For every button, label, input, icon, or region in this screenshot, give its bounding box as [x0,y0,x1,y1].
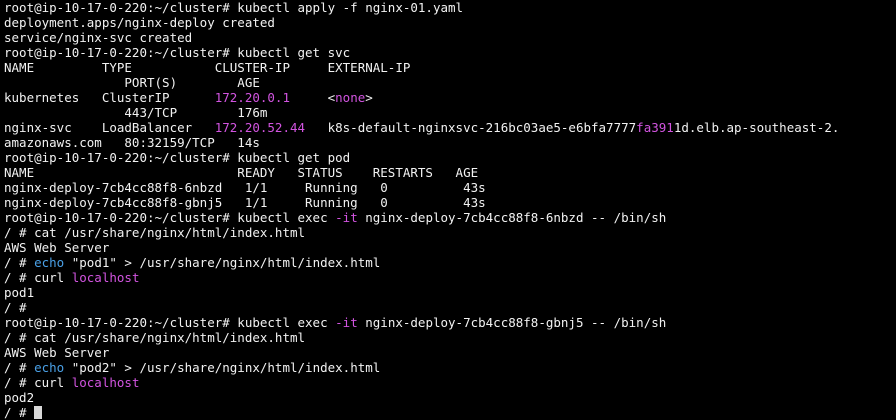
terminal-text-segment: "pod2" > /usr/share/nginx/html/index.htm… [64,360,381,375]
terminal-text-segment: echo [34,255,65,270]
terminal-text-segment: / # [4,405,35,420]
terminal-text-segment: < [289,90,336,105]
terminal-text-segment: nginx-deploy-7cb4cc88f8-gbnj5 -- /bin/sh [357,315,667,330]
terminal-text-segment: / # [4,360,35,375]
terminal-text-segment: fa391 [636,120,674,135]
terminal-text-segment: > [365,90,373,105]
terminal-line: AWS Web Server [4,345,896,360]
terminal-cursor [34,406,43,419]
terminal-line: NAME READY STATUS RESTARTS AGE [4,165,896,180]
terminal-text-segment: "pod1" > /usr/share/nginx/html/index.htm… [64,255,381,270]
terminal-text-segment: service/nginx-svc created [4,30,193,45]
terminal-window[interactable]: root@ip-10-17-0-220:~/cluster# kubectl a… [4,0,896,420]
terminal-text-segment: PORT(S) AGE [4,75,260,90]
terminal-text-segment: / # [4,255,35,270]
terminal-text-segment: localhost [71,270,140,285]
terminal-line: service/nginx-svc created [4,30,896,45]
terminal-text-segment: 443/TCP 176m [4,105,268,120]
terminal-text-segment: pod1 [4,285,35,300]
terminal-line: / # echo "pod2" > /usr/share/nginx/html/… [4,360,896,375]
terminal-line: / # cat /usr/share/nginx/html/index.html [4,330,896,345]
terminal-text-segment: 172.20.52.44 [214,120,306,135]
terminal-text-segment: -it [335,210,358,225]
terminal-text-segment: NAME TYPE CLUSTER-IP EXTERNAL-IP [4,60,411,75]
terminal-text-segment: deployment.apps/nginx-deploy created [4,15,275,30]
terminal-line: / # [4,300,896,315]
terminal-line: / # curl localhost [4,375,896,390]
terminal-text-segment: root@ip-10-17-0-220:~/cluster# kubectl e… [4,210,336,225]
terminal-line: nginx-deploy-7cb4cc88f8-gbnj5 1/1 Runnin… [4,195,896,210]
terminal-text-segment: amazonaws.com 80:32159/TCP 14s [4,135,260,150]
terminal-text-segment: localhost [71,375,140,390]
terminal-line: kubernetes ClusterIP 172.20.0.1 <none> [4,90,896,105]
terminal-text-segment: root@ip-10-17-0-220:~/cluster# kubectl a… [4,0,464,15]
terminal-text-segment: nginx-deploy-7cb4cc88f8-6nbzd -- /bin/sh [357,210,667,225]
terminal-text-segment: / # cat /usr/share/nginx/html/index.html [4,225,306,240]
terminal-line: root@ip-10-17-0-220:~/cluster# kubectl g… [4,150,896,165]
terminal-text-segment: nginx-svc LoadBalancer [4,120,215,135]
terminal-text-segment: k8s-default-nginxsvc-216bc03ae5-e6bfa777… [305,120,637,135]
terminal-text-segment: nginx-deploy-7cb4cc88f8-6nbzd 1/1 Runnin… [4,180,486,195]
terminal-line: root@ip-10-17-0-220:~/cluster# kubectl e… [4,210,896,225]
terminal-line: / # curl localhost [4,270,896,285]
terminal-line: / # echo "pod1" > /usr/share/nginx/html/… [4,255,896,270]
terminal-line: amazonaws.com 80:32159/TCP 14s [4,135,896,150]
terminal-text-segment: 1d.elb.ap-southeast-2. [673,120,840,135]
terminal-text-segment: / # curl [4,270,72,285]
terminal-text-segment: root@ip-10-17-0-220:~/cluster# kubectl g… [4,45,351,60]
terminal-line: AWS Web Server [4,240,896,255]
terminal-text-segment: pod2 [4,390,35,405]
terminal-text-segment: echo [34,360,65,375]
terminal-text-segment: nginx-deploy-7cb4cc88f8-gbnj5 1/1 Runnin… [4,195,486,210]
terminal-text-segment: AWS Web Server [4,345,110,360]
terminal-line: root@ip-10-17-0-220:~/cluster# kubectl e… [4,315,896,330]
terminal-text-segment: none [335,90,366,105]
terminal-line: nginx-deploy-7cb4cc88f8-6nbzd 1/1 Runnin… [4,180,896,195]
terminal-line: nginx-svc LoadBalancer 172.20.52.44 k8s-… [4,120,896,135]
terminal-line: NAME TYPE CLUSTER-IP EXTERNAL-IP [4,60,896,75]
terminal-text-segment: / # cat /usr/share/nginx/html/index.html [4,330,306,345]
terminal-text-segment: NAME READY STATUS RESTARTS AGE [4,165,479,180]
terminal-text-segment: root@ip-10-17-0-220:~/cluster# kubectl e… [4,315,336,330]
terminal-text-segment: / # [4,300,27,315]
terminal-text-segment: kubernetes ClusterIP [4,90,215,105]
terminal-text-segment: -it [335,315,358,330]
terminal-text-segment: / # curl [4,375,72,390]
terminal-line: pod1 [4,285,896,300]
terminal-line: pod2 [4,390,896,405]
terminal-line: deployment.apps/nginx-deploy created [4,15,896,30]
terminal-text-segment: AWS Web Server [4,240,110,255]
terminal-line: root@ip-10-17-0-220:~/cluster# kubectl g… [4,45,896,60]
terminal-line: / # cat /usr/share/nginx/html/index.html [4,225,896,240]
terminal-line: 443/TCP 176m [4,105,896,120]
terminal-text-segment: root@ip-10-17-0-220:~/cluster# kubectl g… [4,150,351,165]
terminal-line: root@ip-10-17-0-220:~/cluster# kubectl a… [4,0,896,15]
terminal-text-segment: 172.20.0.1 [214,90,290,105]
terminal-line: / # [4,405,896,420]
terminal-line: PORT(S) AGE [4,75,896,90]
